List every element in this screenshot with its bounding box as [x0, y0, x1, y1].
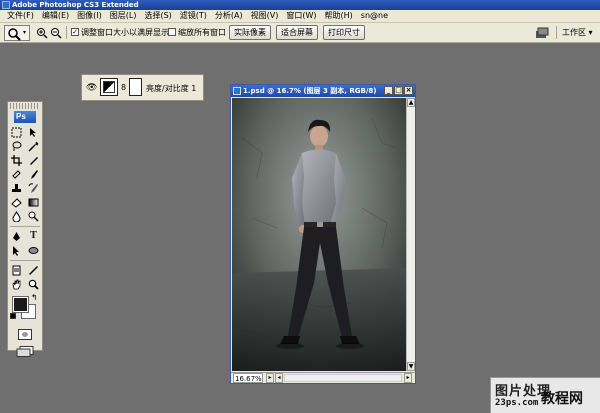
menu-help[interactable]: 帮助(H): [321, 10, 357, 22]
menu-bar: 文件(F) 编辑(E) 图像(I) 图层(L) 选择(S) 滤镜(T) 分析(A…: [0, 10, 600, 23]
toolbox-separator: [10, 260, 40, 261]
marquee-icon[interactable]: [9, 126, 24, 139]
move-icon[interactable]: [26, 126, 41, 139]
menu-user-tag: sn@ne: [360, 11, 389, 20]
gradient-icon[interactable]: [26, 196, 41, 209]
menu-window[interactable]: 窗口(W): [282, 10, 320, 22]
zoom-all-windows-label: 缩放所有窗口: [178, 28, 226, 37]
watermark-line-3: 教程网: [541, 391, 583, 407]
zoom-all-windows-checkbox[interactable]: [168, 28, 176, 36]
crop-icon[interactable]: [9, 154, 24, 167]
workspace-menu[interactable]: 工作区 ▾: [562, 26, 593, 39]
menu-analysis[interactable]: 分析(A): [211, 10, 247, 22]
zoom-out-icon: [51, 28, 62, 39]
menu-select[interactable]: 选择(S): [140, 10, 175, 22]
layer-name: 亮度/对比度 1: [146, 84, 197, 93]
options-separator: [556, 26, 557, 39]
status-info-arrow-icon[interactable]: ▸: [266, 373, 274, 383]
layer-row[interactable]: 👁 8 亮度/对比度 1: [81, 74, 204, 101]
menu-filter[interactable]: 滤镜(T): [176, 10, 211, 22]
photoshop-app-icon: [2, 1, 10, 9]
swap-colors-icon[interactable]: ↰: [31, 293, 38, 302]
zoom-tool-icon: [8, 28, 21, 41]
screen-mode-button[interactable]: [16, 346, 34, 357]
document-window: 1.psd @ 16.7% (图层 3 副本, RGB/8) _ □ × ▲ ▼…: [230, 84, 416, 384]
document-canvas[interactable]: [232, 98, 406, 371]
menu-image[interactable]: 图像(I): [73, 10, 106, 22]
chevron-down-icon: ▾: [23, 29, 27, 36]
toolbox-separator: [10, 226, 40, 227]
brush-icon[interactable]: [26, 168, 41, 181]
layer-mask-thumbnail[interactable]: [129, 78, 142, 96]
tool-preset-picker[interactable]: ▾: [4, 25, 30, 41]
slice-icon[interactable]: [26, 154, 41, 167]
document-title-bar[interactable]: 1.psd @ 16.7% (图层 3 副本, RGB/8) _ □ ×: [231, 85, 415, 97]
document-status-bar: 16.67% ▸ ◂ ▸: [231, 372, 415, 383]
menu-view[interactable]: 视图(V): [247, 10, 283, 22]
eraser-icon[interactable]: [9, 196, 24, 209]
zoom-in-button[interactable]: [36, 25, 49, 41]
notes-icon[interactable]: [9, 264, 24, 277]
screen-mode-icon: [16, 346, 34, 357]
default-colors-icon[interactable]: [10, 313, 16, 319]
lasso-icon[interactable]: [9, 140, 24, 153]
psd-document-icon: [233, 87, 241, 95]
link-icon: 8: [121, 83, 127, 92]
photoshop-logo[interactable]: Ps: [14, 111, 36, 123]
shape-icon[interactable]: [26, 244, 41, 257]
zoom-out-button[interactable]: [50, 25, 63, 41]
type-icon[interactable]: T: [26, 230, 41, 243]
pen-icon[interactable]: [9, 230, 24, 243]
app-title-bar: Adobe Photoshop CS3 Extended: [0, 0, 600, 10]
adjustment-layer-thumbnail: [100, 78, 118, 96]
horizontal-scrollbar[interactable]: [284, 374, 402, 382]
path-selection-icon[interactable]: [9, 244, 24, 257]
eyedropper-icon[interactable]: [26, 264, 41, 277]
watermark-line-2: 23ps.com: [495, 398, 539, 408]
blur-icon[interactable]: [9, 210, 24, 223]
actual-pixels-button[interactable]: 实际像素: [229, 25, 271, 40]
zoom-icon[interactable]: [26, 278, 41, 291]
maximize-button[interactable]: □: [394, 86, 403, 95]
hand-icon[interactable]: [9, 278, 24, 291]
palette-well-icon: [536, 27, 549, 38]
zoom-level-field[interactable]: 16.67%: [233, 373, 263, 383]
scroll-up-icon[interactable]: ▲: [407, 98, 415, 107]
toolbox-grip[interactable]: [10, 103, 40, 109]
scroll-down-icon[interactable]: ▼: [407, 362, 415, 371]
resize-windows-checkbox[interactable]: ✓: [71, 28, 79, 36]
app-title: Adobe Photoshop CS3 Extended: [12, 1, 139, 9]
scroll-right-icon[interactable]: ▸: [404, 373, 412, 383]
document-title: 1.psd @ 16.7% (图层 3 副本, RGB/8): [243, 87, 377, 95]
menu-edit[interactable]: 编辑(E): [38, 10, 73, 22]
menu-file[interactable]: 文件(F): [3, 10, 38, 22]
close-button[interactable]: ×: [404, 86, 413, 95]
menu-layer[interactable]: 图层(L): [106, 10, 141, 22]
toolbox: Ps T ↰: [7, 101, 43, 357]
site-watermark: 图片处理 教程网 23ps.com: [490, 377, 600, 413]
quick-mask-icon: [22, 332, 28, 337]
resize-windows-label: 调整窗口大小以满屏显示: [81, 28, 169, 37]
healing-brush-icon[interactable]: [9, 168, 24, 181]
magic-wand-icon[interactable]: [26, 140, 41, 153]
quick-mask-button[interactable]: [18, 329, 32, 340]
options-separator: [66, 26, 67, 39]
clone-stamp-icon[interactable]: [9, 182, 24, 195]
print-size-button[interactable]: 打印尺寸: [323, 25, 365, 40]
history-brush-icon[interactable]: [26, 182, 41, 195]
color-swatches: ↰: [8, 293, 42, 323]
scroll-left-icon[interactable]: ◂: [275, 373, 283, 383]
dodge-icon[interactable]: [26, 210, 41, 223]
palette-well-button[interactable]: [535, 27, 551, 39]
zoom-in-icon: [37, 28, 48, 39]
vertical-scrollbar[interactable]: ▲ ▼: [406, 98, 415, 371]
fit-screen-button[interactable]: 适合屏幕: [276, 25, 318, 40]
eye-icon[interactable]: 👁: [86, 83, 97, 93]
foreground-color-swatch[interactable]: [12, 296, 29, 313]
photo-man-standing: [232, 98, 406, 371]
minimize-button[interactable]: _: [384, 86, 393, 95]
options-bar: ▾ ✓ 调整窗口大小以满屏显示 缩放所有窗口 实际像素 适合屏幕 打印尺寸 工作…: [0, 23, 600, 43]
